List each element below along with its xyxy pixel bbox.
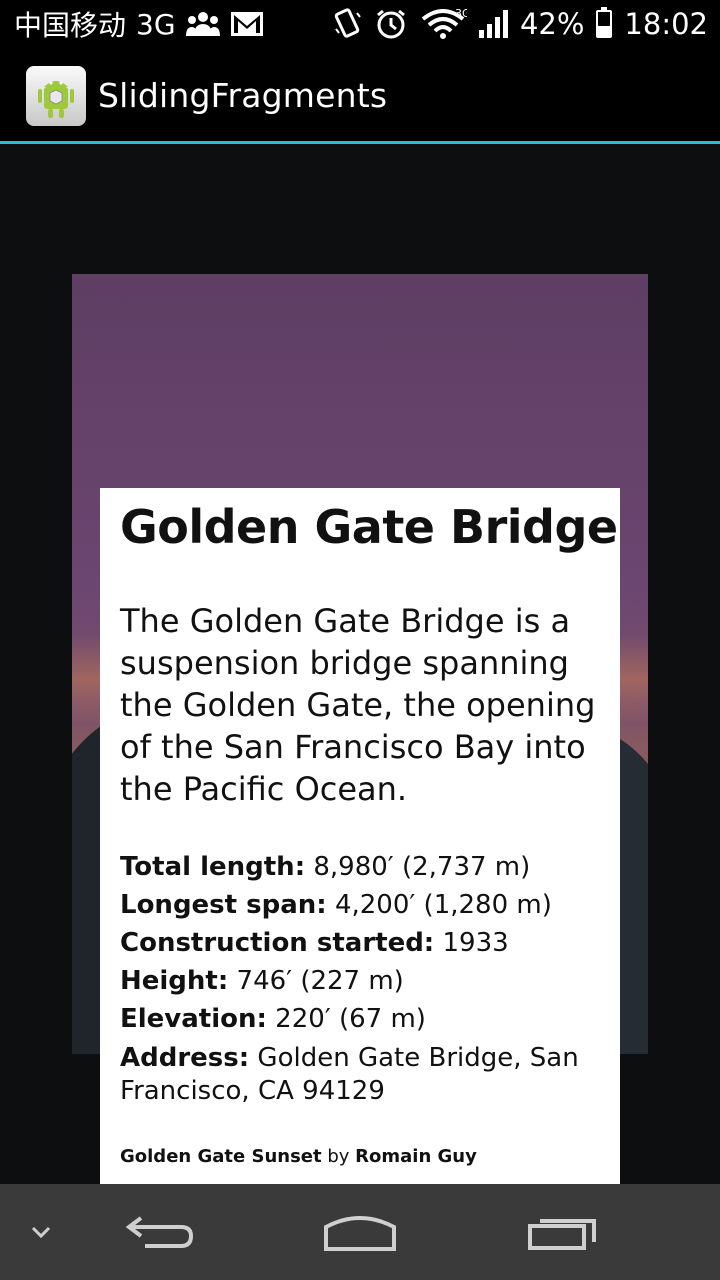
signal-icon [478,10,508,38]
wifi-badge: 3G [455,7,467,20]
gmail-icon [230,11,264,37]
fact-elevation: Elevation: 220′ (67 m) [120,1000,606,1038]
home-icon[interactable] [310,1184,410,1280]
android-app-icon[interactable] [26,66,86,126]
people-icon [185,10,220,38]
fact-value: 220′ (67 m) [266,1004,426,1034]
fact-label: Total length: [120,852,306,882]
fact-value: 746′ (227 m) [228,966,404,996]
vibrate-icon [333,7,363,41]
action-bar: SlidingFragments [0,48,720,144]
fact-label: Elevation: [120,1004,267,1034]
credit-photo-title: Golden Gate Sunset [120,1146,322,1167]
navigation-bar [0,1184,720,1280]
credit-author: Romain Guy [355,1146,477,1167]
network-label: 3G [136,7,176,41]
recents-icon[interactable] [512,1184,612,1280]
fact-value: 4,200′ (1,280 m) [326,890,552,920]
fact-label: Construction started: [120,928,435,958]
battery-percent: 42% [519,7,585,41]
fact-label: Address: [120,1043,250,1073]
wifi-icon: 3G [419,7,467,41]
fact-value: 8,980′ (2,737 m) [305,852,531,882]
app-title: SlidingFragments [98,76,388,115]
fact-address: Address: Golden Gate Bridge, San Francis… [120,1042,606,1108]
status-left: 中国移动 3G [14,0,264,48]
card-description: The Golden Gate Bridge is a suspension b… [120,602,596,808]
card-title: Golden Gate Bridge [120,500,618,554]
credit-by: by [321,1146,356,1167]
fact-construction-started: Construction started: 1933 [120,924,606,962]
photo-credit: Golden Gate Sunset by Romain Guy [120,1146,477,1167]
fact-longest-span: Longest span: 4,200′ (1,280 m) [120,886,606,924]
battery-charging-icon [596,7,613,38]
status-bar: 中国移动 3G 3G 42% 18:02 [0,0,720,48]
back-icon[interactable] [110,1184,210,1280]
fact-value: 1933 [434,928,509,958]
fact-label: Longest span: [120,890,327,920]
fact-total-length: Total length: 8,980′ (2,737 m) [120,848,606,886]
action-bar-divider [0,141,720,144]
hide-keyboard-icon[interactable] [14,1184,68,1280]
clock: 18:02 [624,7,708,41]
facts-list: Total length: 8,980′ (2,737 m) Longest s… [120,848,606,1108]
info-panel[interactable]: Golden Gate Bridge The Golden Gate Bridg… [100,488,620,1184]
fact-label: Height: [120,966,229,996]
alarm-icon [375,8,407,40]
fact-height: Height: 746′ (227 m) [120,962,606,1000]
carrier-label: 中国移动 [14,9,127,42]
status-right: 3G 42% 18:02 [333,0,708,48]
